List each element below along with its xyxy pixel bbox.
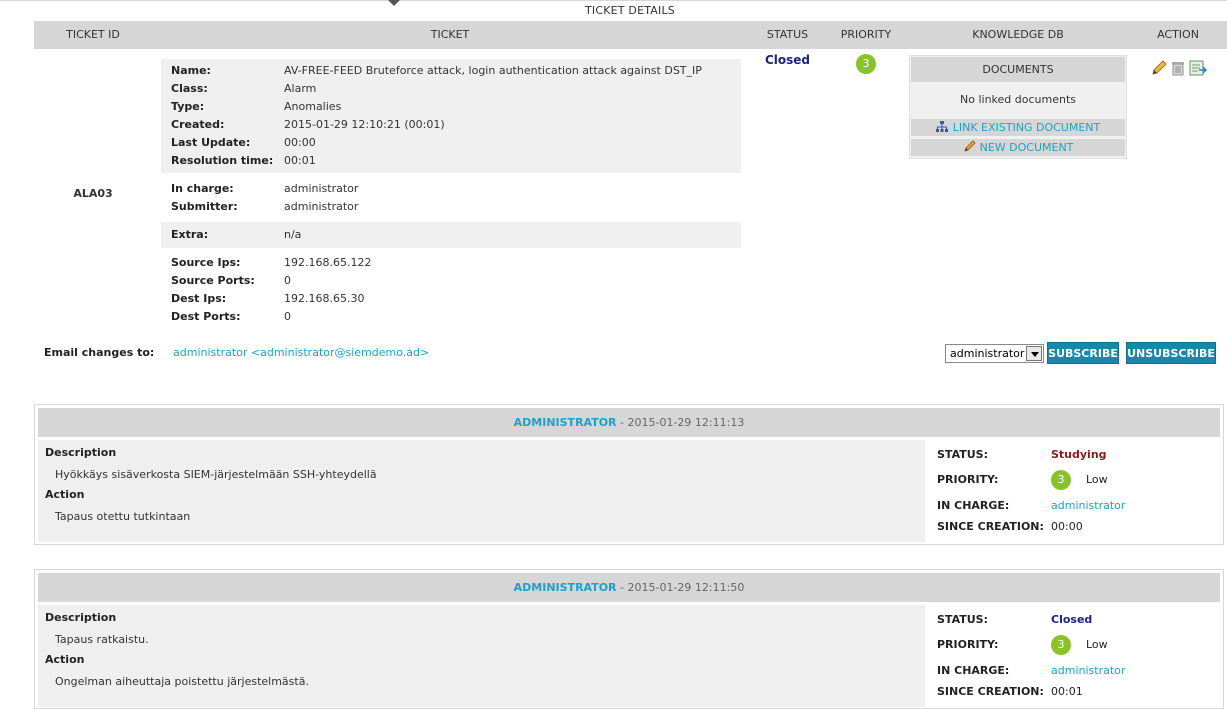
- history-author[interactable]: ADMINISTRATOR: [514, 581, 617, 594]
- col-priority: PRIORITY: [840, 28, 892, 41]
- since-creation-label: SINCE CREATION:: [937, 685, 1044, 698]
- email-recipient-link[interactable]: administrator <administrator@siemdemo.ad…: [173, 346, 429, 359]
- priority-text: Low: [1086, 638, 1108, 651]
- description-text: Hyökkäys sisäverkosta SIEM-järjestelmään…: [55, 468, 377, 481]
- history-date: - 2015-01-29 12:11:50: [616, 581, 745, 594]
- status-label: STATUS:: [937, 613, 988, 626]
- action-label: Action: [45, 653, 85, 666]
- chevron-down-icon[interactable]: [1026, 346, 1042, 361]
- email-changes-label: Email changes to:: [44, 346, 155, 359]
- since-creation-label: SINCE CREATION:: [937, 520, 1044, 533]
- in-charge-link[interactable]: administrator: [1051, 664, 1125, 677]
- field-source-ips: Source Ips: 192.168.65.122: [171, 256, 372, 269]
- action-text: Tapaus otettu tutkintaan: [55, 510, 191, 523]
- field-source-ports: Source Ports: 0: [171, 274, 291, 287]
- field-submitter: Submitter: administrator: [171, 200, 359, 213]
- in-charge-label: IN CHARGE:: [937, 664, 1010, 677]
- history-entry-body: Description Tapaus ratkaistu. Action Ong…: [38, 605, 925, 707]
- history-entry-header: ADMINISTRATOR - 2015-01-29 12:11:50: [38, 573, 1220, 602]
- ticket-status: Closed: [764, 53, 811, 67]
- action-label: Action: [45, 488, 85, 501]
- priority-text: Low: [1086, 473, 1108, 486]
- table-header: TICKET ID TICKET STATUS PRIORITY KNOWLED…: [34, 21, 1227, 49]
- field-extra: Extra: n/a: [171, 228, 302, 241]
- field-dest-ports: Dest Ports: 0: [171, 310, 291, 323]
- field-resolution-time: Resolution time: 00:01: [171, 154, 316, 167]
- subscriber-select[interactable]: administrator: [945, 344, 1044, 363]
- link-existing-document-button[interactable]: LINK EXISTING DOCUMENT: [911, 119, 1125, 136]
- priority-label: PRIORITY:: [937, 638, 999, 651]
- history-entry-header: ADMINISTRATOR - 2015-01-29 12:11:13: [38, 408, 1220, 437]
- priority-badge: 3: [1051, 635, 1071, 655]
- no-documents-text: No linked documents: [960, 93, 1076, 106]
- pencil-icon: [963, 139, 976, 152]
- field-created: Created: 2015-01-29 12:10:21 (00:01): [171, 118, 445, 131]
- description-label: Description: [45, 446, 117, 459]
- status-value: Studying: [1051, 448, 1107, 461]
- priority-badge: 3: [856, 54, 876, 74]
- history-author[interactable]: ADMINISTRATOR: [514, 416, 617, 429]
- delete-icon[interactable]: [1170, 60, 1186, 76]
- col-ticket: TICKET: [430, 28, 470, 41]
- link-existing-label: LINK EXISTING DOCUMENT: [952, 121, 1101, 134]
- field-in-charge: In charge: administrator: [171, 182, 359, 195]
- col-knowledge-db: KNOWLEDGE DB: [972, 28, 1064, 41]
- status-label: STATUS:: [937, 448, 988, 461]
- ticket-details-network: Source Ips: 192.168.65.122 Source Ports: 0…: [161, 254, 741, 326]
- in-charge-label: IN CHARGE:: [937, 499, 1010, 512]
- field-last-update: Last Update: 00:00: [171, 136, 316, 149]
- new-document-label: NEW DOCUMENT: [979, 141, 1074, 154]
- priority-label: PRIORITY:: [937, 473, 999, 486]
- history-entry: ADMINISTRATOR - 2015-01-29 12:11:13 Desc…: [34, 404, 1224, 545]
- col-status: STATUS: [766, 28, 809, 41]
- history-entry-body: Description Hyökkäys sisäverkosta SIEM-j…: [38, 440, 925, 542]
- unsubscribe-button[interactable]: UNSUBSCRIBE: [1126, 342, 1216, 364]
- history-date: - 2015-01-29 12:11:13: [616, 416, 745, 429]
- page-title: TICKET DETAILS: [585, 4, 675, 17]
- documents-header: DOCUMENTS: [911, 57, 1125, 82]
- new-document-button[interactable]: NEW DOCUMENT: [911, 139, 1125, 156]
- field-class: Class: Alarm: [171, 82, 317, 95]
- subscribe-button[interactable]: SUBSCRIBE: [1047, 342, 1119, 364]
- history-entry: ADMINISTRATOR - 2015-01-29 12:11:50 Desc…: [34, 569, 1224, 709]
- description-label: Description: [45, 611, 117, 624]
- col-action: ACTION: [1157, 28, 1199, 41]
- ticket-id: ALA03: [73, 187, 113, 200]
- action-text: Ongelman aiheuttaja poistettu järjestelm…: [55, 675, 309, 688]
- ticket-details-people: In charge: administrator Submitter: admini…: [161, 180, 741, 216]
- sitemap-icon: [935, 121, 948, 133]
- field-name: Name: AV-FREE-FEED Bruteforce attack, log…: [171, 64, 702, 77]
- priority-badge: 3: [1051, 470, 1071, 490]
- col-ticket-id: TICKET ID: [66, 28, 120, 41]
- edit-icon[interactable]: [1151, 60, 1167, 76]
- ticket-details-extra: Extra: n/a: [161, 222, 741, 248]
- status-value: Closed: [1051, 613, 1093, 626]
- top-border: [0, 0, 1227, 3]
- export-icon[interactable]: [1189, 60, 1207, 76]
- since-creation-value: 00:01: [1051, 685, 1083, 698]
- subscriber-select-value: administrator: [950, 347, 1025, 360]
- since-creation-value: 00:00: [1051, 520, 1083, 533]
- field-dest-ips: Dest Ips: 192.168.65.30: [171, 292, 365, 305]
- field-type: Type: Anomalies: [171, 100, 342, 113]
- ticket-details-main: Name: AV-FREE-FEED Bruteforce attack, log…: [161, 59, 741, 173]
- knowledge-db-panel: DOCUMENTS No linked documents LINK EXIST…: [909, 55, 1127, 159]
- in-charge-link[interactable]: administrator: [1051, 499, 1125, 512]
- description-text: Tapaus ratkaistu.: [55, 633, 149, 646]
